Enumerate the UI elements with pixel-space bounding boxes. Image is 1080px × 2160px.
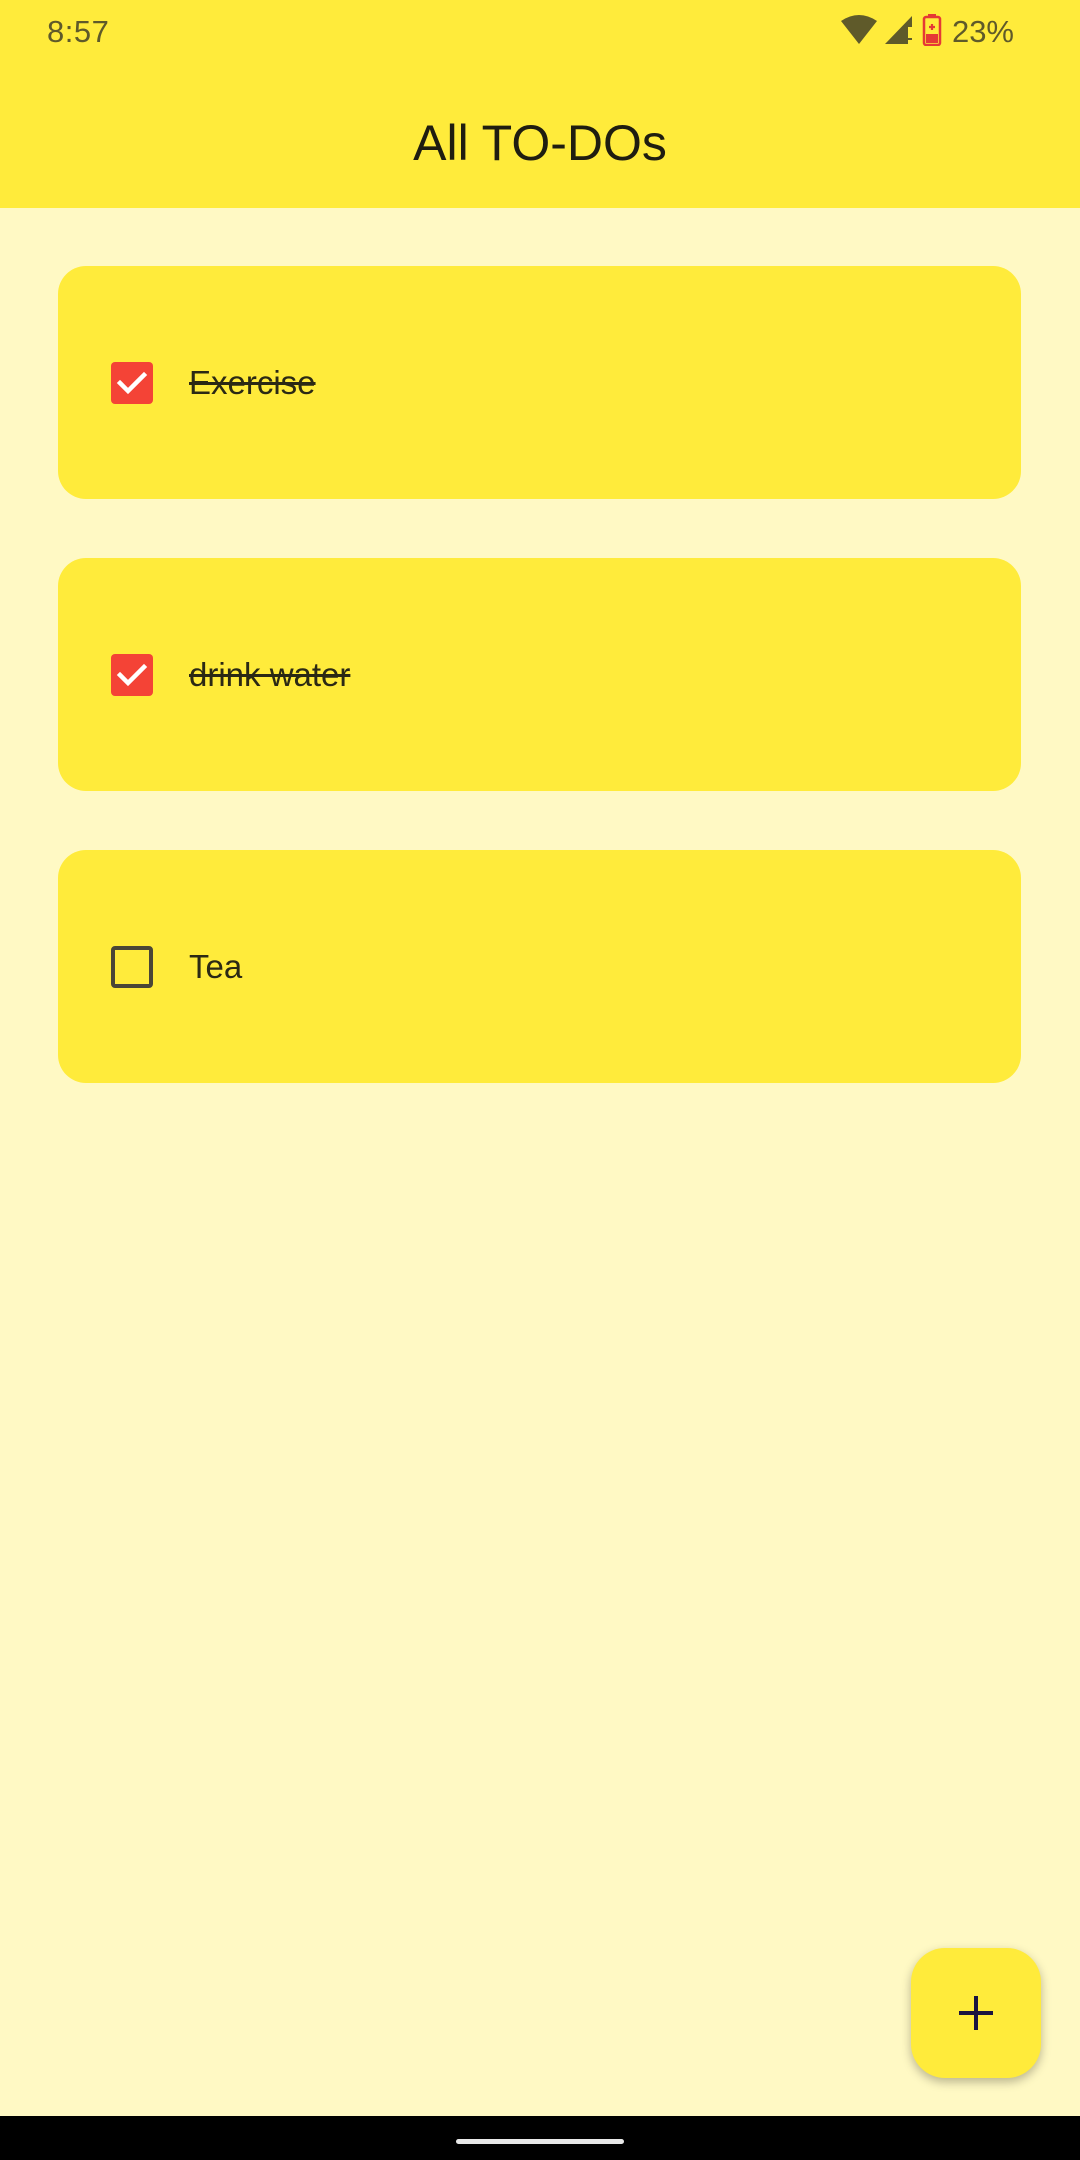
wifi-icon — [840, 14, 878, 50]
todo-checkbox-checked[interactable] — [111, 362, 153, 404]
battery-icon — [922, 13, 942, 51]
todo-label: Tea — [189, 948, 243, 985]
todo-label: drink water — [189, 656, 351, 693]
add-todo-button[interactable] — [911, 1948, 1041, 2078]
signal-icon — [884, 15, 916, 50]
todo-list: Exercise drink water Tea — [58, 266, 1021, 1142]
todo-checkbox-unchecked[interactable] — [111, 946, 153, 988]
battery-percentage: 23% — [951, 14, 1014, 49]
checkmark-icon — [116, 663, 148, 687]
plus-icon — [959, 1996, 993, 2030]
home-gesture-handle[interactable] — [456, 2139, 624, 2144]
status-bar: 8:57 23% — [0, 0, 1080, 64]
todo-card[interactable]: drink water — [58, 558, 1021, 791]
navigation-bar — [0, 2116, 1080, 2160]
status-icons: 23% — [840, 13, 1014, 51]
status-time: 8:57 — [47, 14, 110, 49]
app-bar: All TO-DOs — [0, 64, 1080, 208]
todo-card[interactable]: Exercise — [58, 266, 1021, 499]
todo-checkbox-checked[interactable] — [111, 654, 153, 696]
checkmark-icon — [116, 371, 148, 395]
todo-card[interactable]: Tea — [58, 850, 1021, 1083]
todo-label: Exercise — [189, 364, 316, 401]
page-title: All TO-DOs — [413, 115, 667, 171]
